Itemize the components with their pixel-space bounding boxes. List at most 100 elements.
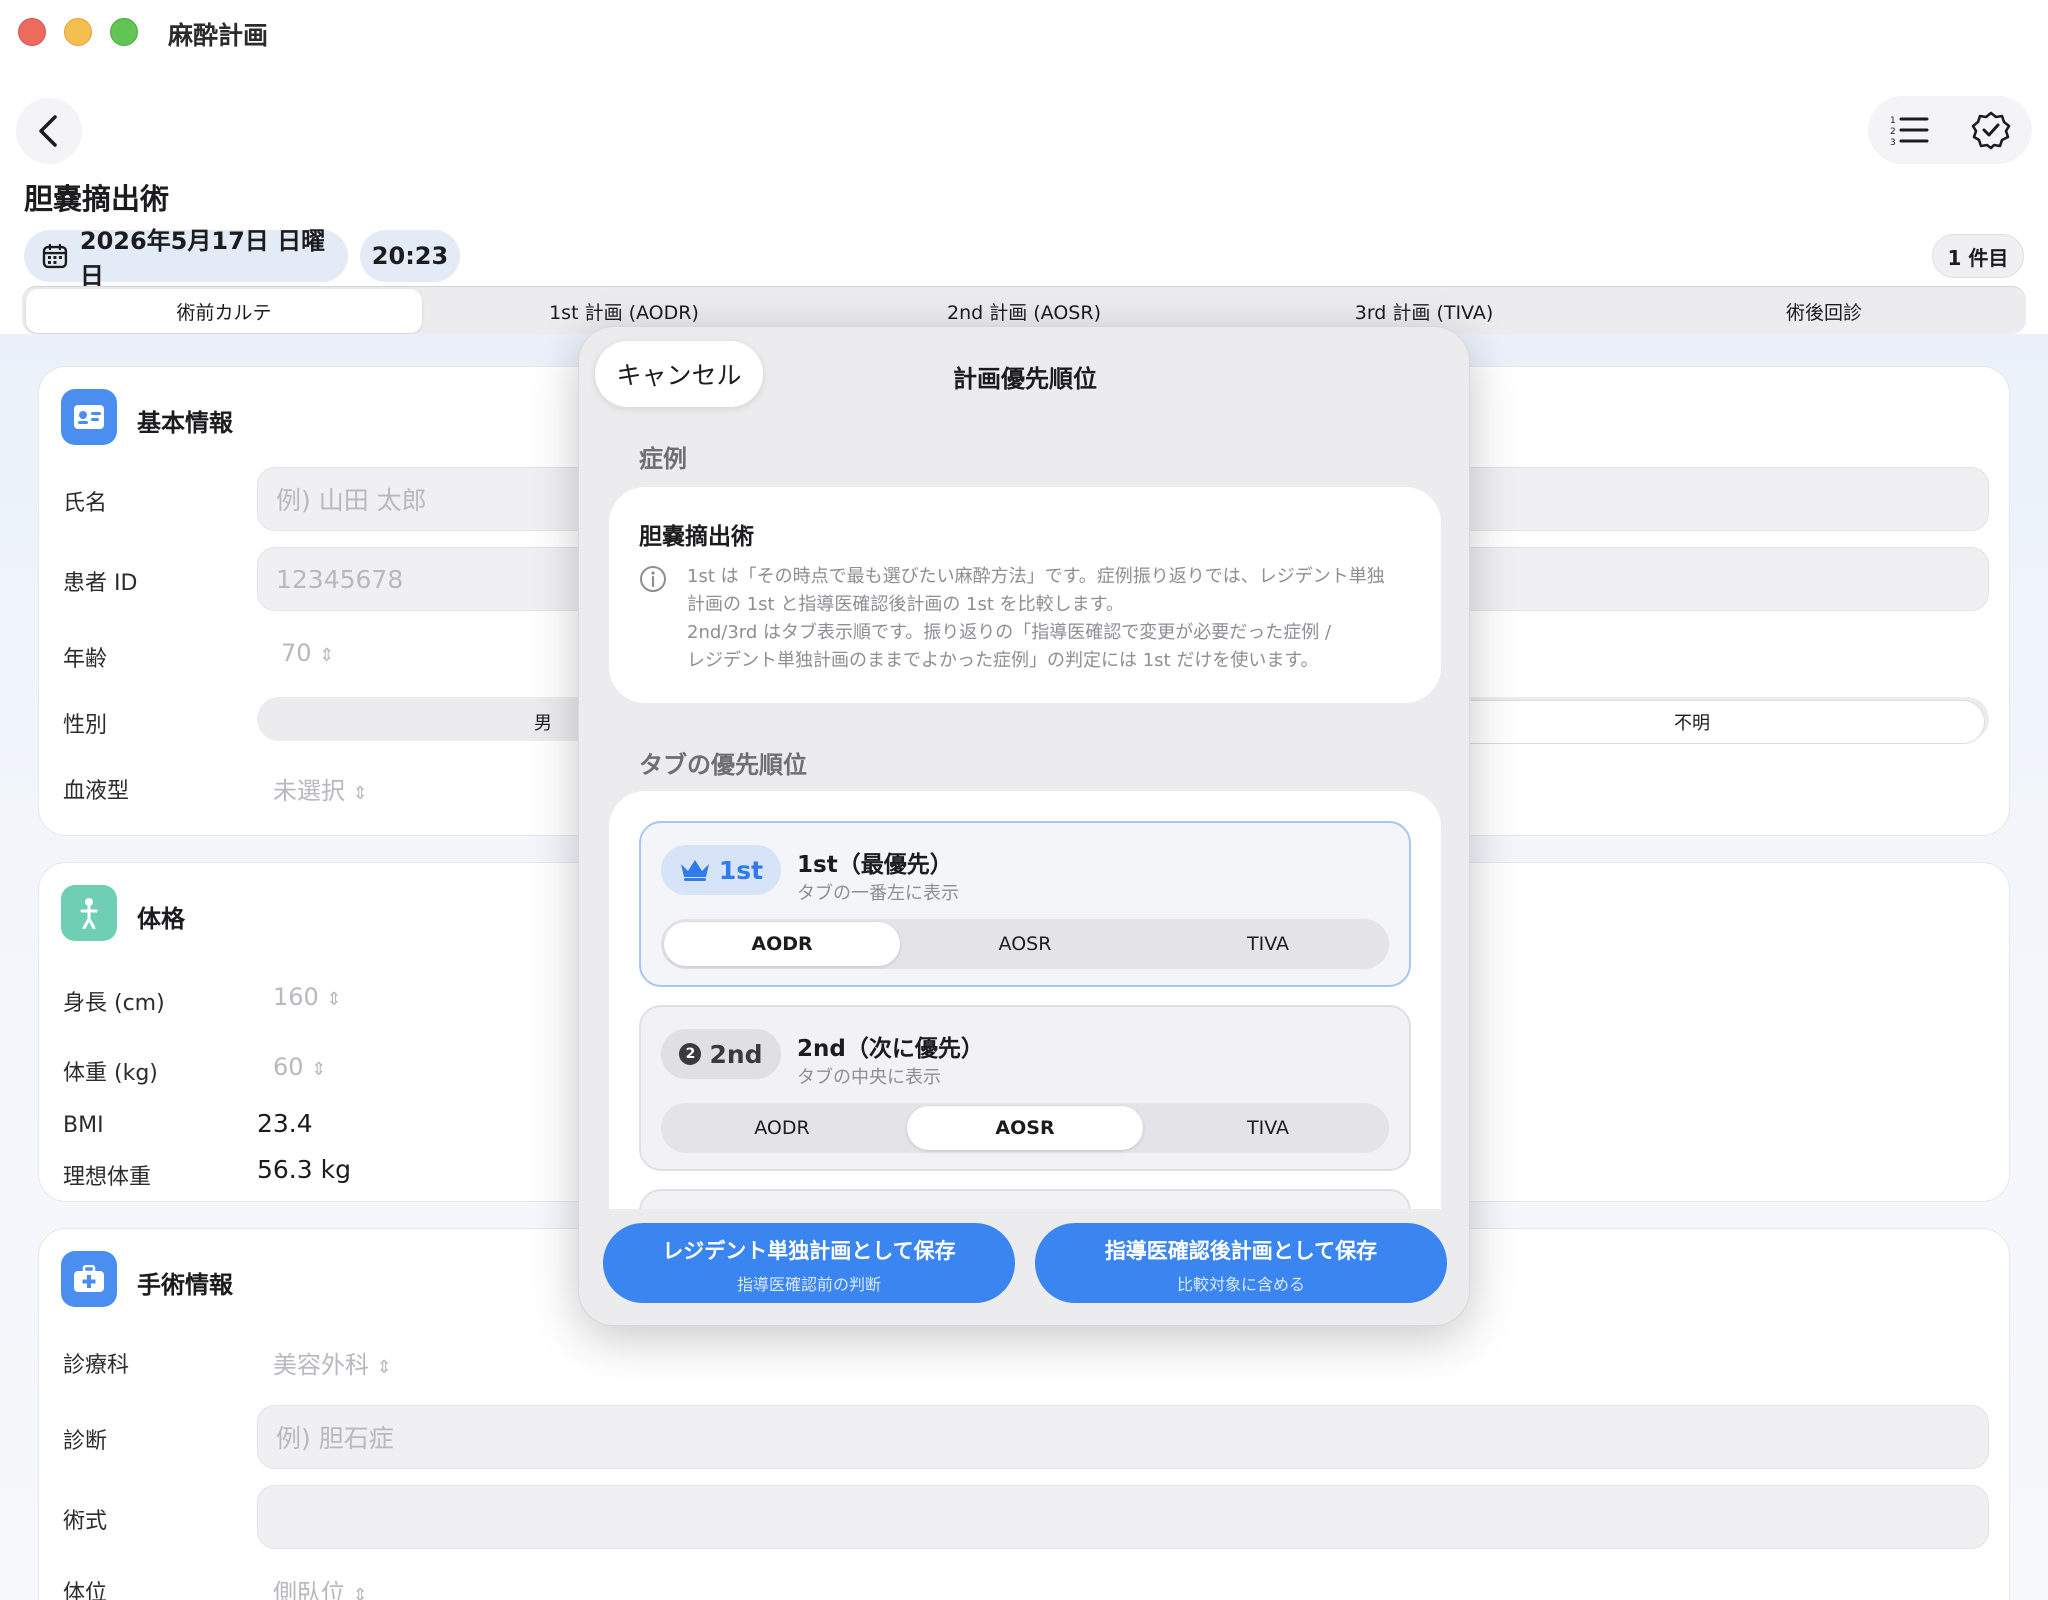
updown-chevron-icon: ⇕ <box>319 645 335 666</box>
updown-chevron-icon: ⇕ <box>311 1059 327 1080</box>
picker-1st-option-tiva[interactable]: TIVA <box>1150 922 1386 966</box>
crown-icon <box>680 860 709 881</box>
date-chip[interactable]: 2026年5月17日 日曜日 <box>24 227 348 290</box>
save-resident-sub: 指導医確認前の判断 <box>736 1275 881 1294</box>
info-circle-icon <box>640 566 666 592</box>
updown-chevron-icon: ⇕ <box>376 1357 392 1378</box>
explanation-line: レジデント単独計画のままでよかった症例」の判定には 1st だけを使います。 <box>687 650 1319 671</box>
svg-text:2: 2 <box>1890 127 1896 137</box>
picker-2nd-option-aosr[interactable]: AOSR <box>907 1106 1143 1150</box>
priority-badge-1st: 1st <box>661 845 781 895</box>
bmi-value: 23.4 <box>257 1109 313 1138</box>
explanation-line: 計画の 1st と指導医確認後計画の 1st を比較します。 <box>687 594 1124 615</box>
window-minimize-button[interactable] <box>64 18 92 46</box>
tab-priority-section-label: タブの優先順位 <box>639 751 807 779</box>
svg-text:1: 1 <box>1890 116 1896 126</box>
priority-item-2nd: 2 2nd 2nd（次に優先） タブの中央に表示 AODR AOSR TIVA <box>639 1005 1411 1171</box>
blood-type-picker[interactable]: 未選択 ⇕ <box>273 771 368 806</box>
svg-text:3: 3 <box>1890 138 1896 147</box>
name-label: 氏名 <box>63 491 108 516</box>
date-text: 2026年5月17日 日曜日 <box>79 227 326 290</box>
priority-sub-1st: タブの一番左に表示 <box>797 883 959 904</box>
window-close-button[interactable] <box>18 18 46 46</box>
number-2-circle-icon: 2 <box>679 1043 702 1065</box>
priority-name-1st: 1st（最優先） <box>797 852 953 878</box>
ideal-weight-value: 56.3 kg <box>257 1155 351 1184</box>
diagnosis-input[interactable]: 例) 胆石症 <box>257 1405 1989 1469</box>
time-chip[interactable]: 20:23 <box>360 230 460 282</box>
page-title: 胆嚢摘出術 <box>24 182 170 216</box>
case-count-badge: 1 件目 <box>1932 234 2024 278</box>
id-card-icon <box>61 389 117 445</box>
picker-2nd-option-aodr[interactable]: AODR <box>664 1106 900 1150</box>
age-value: 70 <box>281 639 312 667</box>
plan-picker-2nd: AODR AOSR TIVA <box>661 1103 1389 1153</box>
save-supervisor-plan-button[interactable]: 指導医確認後計画として保存 比較対象に含める <box>1035 1223 1447 1303</box>
height-picker[interactable]: 160 ⇕ <box>273 983 342 1011</box>
height-label: 身長 (cm) <box>63 991 165 1016</box>
picker-1st-option-aodr[interactable]: AODR <box>664 922 900 966</box>
plan-picker-1st: AODR AOSR TIVA <box>661 919 1389 969</box>
position-label: 体位 <box>63 1581 108 1600</box>
back-button[interactable] <box>16 98 82 164</box>
save-resident-plan-button[interactable]: レジデント単独計画として保存 指導医確認前の判断 <box>603 1223 1015 1303</box>
position-picker[interactable]: 側臥位 ⇕ <box>273 1573 368 1600</box>
bmi-label: BMI <box>63 1113 104 1138</box>
figure-standing-icon <box>61 885 117 941</box>
save-resident-label: レジデント単独計画として保存 <box>662 1239 956 1263</box>
numbered-list-icon: 1 2 3 <box>1890 116 1929 147</box>
position-value: 側臥位 <box>273 1579 345 1600</box>
height-value: 160 <box>273 983 319 1011</box>
case-card: 胆嚢摘出術 1st は「その時点で最も選びたい麻酔方法」です。症例振り返りでは、… <box>609 487 1441 703</box>
priority-sub-2nd: タブの中央に表示 <box>797 1067 941 1088</box>
age-label: 年齢 <box>63 647 108 672</box>
sex-label: 性別 <box>63 713 108 738</box>
picker-1st-option-aosr[interactable]: AOSR <box>907 922 1143 966</box>
save-supervisor-sub: 比較対象に含める <box>1176 1275 1305 1294</box>
surgery-title: 手術情報 <box>137 1271 233 1299</box>
updown-chevron-icon: ⇕ <box>352 1585 368 1600</box>
toolbar-right: 1 2 3 <box>1868 96 2032 164</box>
tab-preop-chart[interactable]: 術前カルテ <box>26 289 422 333</box>
department-value: 美容外科 <box>273 1351 369 1379</box>
save-supervisor-label: 指導医確認後計画として保存 <box>1104 1239 1378 1263</box>
window-zoom-button[interactable] <box>110 18 138 46</box>
priority-item-1st: 1st 1st（最優先） タブの一番左に表示 AODR AOSR TIVA <box>639 821 1411 987</box>
time-text: 20:23 <box>371 242 449 270</box>
procedure-label: 術式 <box>63 1509 108 1534</box>
explanation-line: 2nd/3rd はタブ表示順です。振り返りの「指導医確認で変更が必要だった症例 … <box>687 622 1332 643</box>
department-picker[interactable]: 美容外科 ⇕ <box>273 1345 392 1380</box>
blood-type-label: 血液型 <box>63 779 130 804</box>
weight-picker[interactable]: 60 ⇕ <box>273 1053 326 1081</box>
priority-badge-2nd: 2 2nd <box>661 1029 781 1079</box>
medical-bag-icon <box>61 1251 117 1307</box>
blood-type-value: 未選択 <box>273 777 345 805</box>
plan-priority-sheet: 計画優先順位 キャンセル 症例 胆嚢摘出術 1st は「その時点で最も選びたい麻… <box>578 326 1470 1326</box>
list-button[interactable]: 1 2 3 <box>1868 96 1950 164</box>
sex-option-unknown[interactable]: 不明 <box>1399 700 1985 744</box>
procedure-input[interactable] <box>257 1485 1989 1549</box>
age-picker[interactable]: 70 ⇕ <box>281 639 334 667</box>
cancel-button[interactable]: キャンセル <box>595 341 763 407</box>
window-title: 麻酔計画 <box>168 21 269 50</box>
diagnosis-label: 診断 <box>63 1429 108 1454</box>
explanation-line: 1st は「その時点で最も選びたい麻酔方法」です。症例振り返りでは、レジデント単… <box>687 566 1385 587</box>
verify-button[interactable] <box>1950 96 2032 164</box>
priority-explanation: 1st は「その時点で最も選びたい麻酔方法」です。症例振り返りでは、レジデント単… <box>687 563 1417 675</box>
updown-chevron-icon: ⇕ <box>352 783 368 804</box>
chevron-left-icon <box>39 115 57 147</box>
patient-id-label: 患者 ID <box>63 571 138 596</box>
ideal-weight-label: 理想体重 <box>63 1165 152 1190</box>
tab-postop-visit[interactable]: 術後回診 <box>1626 289 2022 333</box>
case-section-label: 症例 <box>639 445 687 473</box>
sheet-footer: レジデント単独計画として保存 指導医確認前の判断 指導医確認後計画として保存 比… <box>579 1209 1469 1325</box>
picker-2nd-option-tiva[interactable]: TIVA <box>1150 1106 1386 1150</box>
calendar-icon <box>42 243 68 269</box>
checkmark-seal-icon <box>1971 111 2011 150</box>
updown-chevron-icon: ⇕ <box>326 989 342 1010</box>
department-label: 診療科 <box>63 1353 130 1378</box>
basic-info-title: 基本情報 <box>137 409 233 437</box>
case-name: 胆嚢摘出術 <box>639 524 754 550</box>
weight-value: 60 <box>273 1053 304 1081</box>
body-title: 体格 <box>137 905 185 933</box>
